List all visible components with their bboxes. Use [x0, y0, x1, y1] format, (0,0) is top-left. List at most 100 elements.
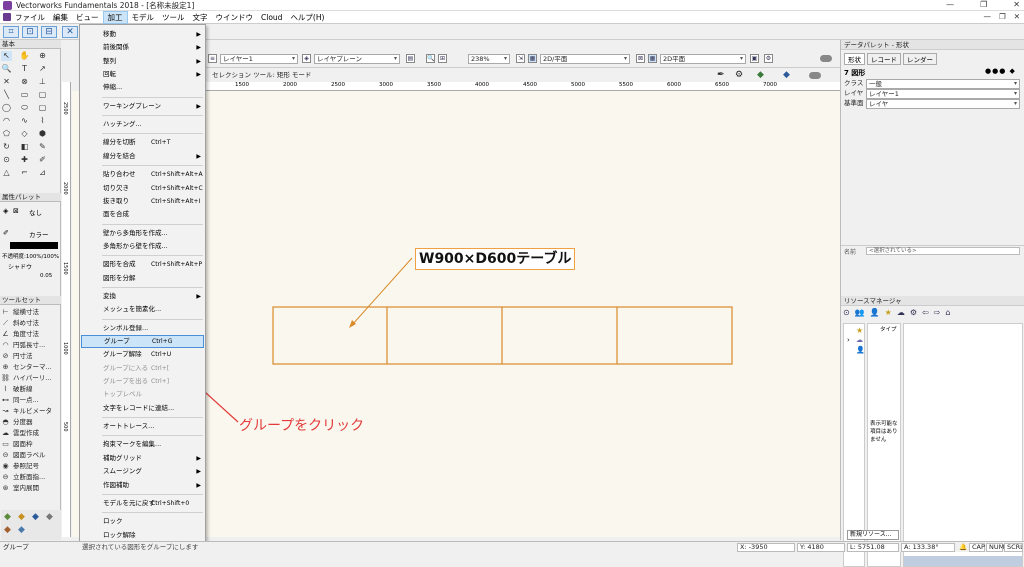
plane-row: 基準面 レイヤ	[844, 99, 1022, 109]
submenu-arrow-icon: ▶	[196, 102, 201, 110]
alert-bell-icon[interactable]: 🔔	[959, 542, 967, 552]
menu-item-16[interactable]: 面を合成	[81, 208, 204, 221]
menu-item-label: 線分を切断	[103, 138, 136, 147]
status-scrl: SCRL	[1004, 543, 1023, 552]
tree-user-icon[interactable]: 👤	[856, 346, 865, 354]
menu-item-40[interactable]: 作図補助 ▶	[81, 479, 204, 492]
preview-bar	[904, 556, 1022, 566]
layer-label: レイヤ	[844, 89, 864, 97]
menu-item-21[interactable]: 図形を合成 Ctrl+Shift+Alt+P	[81, 258, 204, 271]
menu-item-shortcut: Ctrl+Shift+Alt+P	[151, 261, 203, 269]
menu-item-4[interactable]: 伸縮...	[81, 81, 204, 94]
status-tool-name: グループ	[3, 543, 29, 551]
menu-item-label: 貼り合わせ	[103, 170, 136, 179]
menu-item-15[interactable]: 抜き取り Ctrl+Shift+Alt+I	[81, 195, 204, 208]
menu-item-13[interactable]: 貼り合わせ Ctrl+Shift+Alt+A	[81, 168, 204, 181]
tree-cloud-icon[interactable]: ☁	[856, 336, 863, 344]
home-folder-icon[interactable]: ⌂	[945, 308, 950, 320]
menu-separator	[102, 165, 203, 167]
cloud-folder-icon[interactable]: ☁	[897, 308, 905, 320]
menu-item-label: 補助グリッド	[103, 453, 142, 462]
layer-select-prop[interactable]: レイヤー1	[866, 89, 1020, 99]
menu-item-24[interactable]: 変換 ▶	[81, 290, 204, 303]
menu-item-30: グループに入る Ctrl+[	[81, 362, 204, 375]
new-resource-button[interactable]: 新規リソース...	[847, 530, 899, 540]
menu-item-label: 移動	[103, 30, 116, 38]
menu-item-label: メッシュを簡素化...	[103, 305, 162, 314]
table-drawing	[272, 306, 733, 365]
menu-item-label: 図形を分解	[103, 273, 136, 282]
menu-item-11[interactable]: 線分を結合 ▶	[81, 150, 204, 163]
class-select[interactable]: 一般	[866, 79, 1020, 89]
menu-item-shortcut: Ctrl+Shift+0	[151, 499, 190, 507]
menu-item-shortcut: Ctrl+G	[152, 338, 173, 345]
home-icon[interactable]: ⊙	[843, 308, 850, 320]
menu-item-shortcut: Ctrl+[	[151, 364, 170, 372]
more-options-icon[interactable]: ●●● ◆	[985, 67, 1016, 75]
menu-separator	[102, 435, 203, 437]
tab-record[interactable]: レコード	[867, 53, 901, 65]
menu-item-1[interactable]: 前後関係 ▶	[81, 41, 204, 54]
forward-arrow-icon[interactable]: ⇨	[934, 308, 941, 320]
menu-item-35[interactable]: オートトレース...	[81, 420, 204, 433]
menu-item-label: 作図補助	[103, 480, 129, 489]
menu-separator	[102, 255, 203, 257]
menu-item-shortcut: Ctrl+Shift+Alt+C	[151, 184, 203, 192]
resource-settings-icon[interactable]: ⚙	[910, 308, 917, 320]
data-palette-tabs: 形状 レコード レンダー	[844, 53, 937, 65]
name-input[interactable]: <選択されている>	[866, 247, 1020, 255]
menu-item-33[interactable]: 文字をレコードに連結...	[81, 402, 204, 415]
menu-item-8[interactable]: ハッチング...	[81, 118, 204, 131]
status-angle: A: 133.38°	[901, 543, 955, 552]
menu-item-42[interactable]: モデルを元に戻す Ctrl+Shift+0	[81, 497, 204, 510]
status-length: L: 5751.08	[847, 543, 899, 552]
tab-render[interactable]: レンダー	[903, 53, 937, 65]
menu-item-label: 壁から多角形を作成...	[103, 228, 168, 237]
menu-item-0[interactable]: 移動 ▶	[81, 28, 204, 41]
click-instruction: グループをクリック	[239, 418, 365, 434]
menu-item-22[interactable]: 図形を分解	[81, 272, 204, 285]
menu-item-31: グループを出る Ctrl+]	[81, 375, 204, 388]
menu-item-18[interactable]: 壁から多角形を作成...	[81, 227, 204, 240]
menu-item-38[interactable]: 補助グリッド ▶	[81, 452, 204, 465]
menu-item-29[interactable]: グループ解除 Ctrl+U	[81, 348, 204, 361]
menu-item-label: シンボル登録...	[103, 323, 149, 332]
menu-item-2[interactable]: 整列 ▶	[81, 55, 204, 68]
menu-item-19[interactable]: 多角形から壁を作成...	[81, 240, 204, 253]
status-num: NUM	[986, 543, 1004, 552]
user-icon[interactable]: 👤	[870, 308, 880, 320]
menu-separator	[102, 286, 203, 288]
plane-select[interactable]: レイヤ	[866, 99, 1020, 109]
status-hint: 選択されている図形をグループにします	[82, 543, 199, 551]
name-label: 名前	[844, 249, 857, 256]
menu-item-39[interactable]: スムージング ▶	[81, 465, 204, 478]
menu-item-14[interactable]: 切り欠き Ctrl+Shift+Alt+C	[81, 182, 204, 195]
menu-separator	[102, 493, 203, 495]
tab-shape[interactable]: 形状	[844, 53, 865, 65]
back-arrow-icon[interactable]: ⇦	[922, 308, 929, 320]
menu-item-3[interactable]: 回転 ▶	[81, 68, 204, 81]
menu-item-28[interactable]: グループ Ctrl+G	[81, 335, 204, 348]
submenu-arrow-icon: ▶	[196, 31, 201, 38]
menu-item-label: 多角形から壁を作成...	[103, 241, 168, 250]
menu-item-6[interactable]: ワーキングプレーン ▶	[81, 100, 204, 113]
menu-separator	[102, 115, 203, 117]
menu-item-shortcut: Ctrl+]	[151, 378, 170, 386]
name-row: 名前 <選択されている>	[841, 245, 1024, 256]
menu-item-45[interactable]: ロック解除	[81, 529, 204, 542]
menu-item-27[interactable]: シンボル登録...	[81, 322, 204, 335]
users-icon[interactable]: 👥	[855, 308, 865, 320]
resource-toolbar: ⊙ 👥 👤 ★ ☁ ⚙ ⇦ ⇨ ⌂	[843, 308, 1023, 320]
tree-expand-icon[interactable]: ›	[847, 336, 850, 344]
menu-item-37[interactable]: 拘束マークを編集...	[81, 438, 204, 451]
menu-item-10[interactable]: 線分を切断 Ctrl+T	[81, 136, 204, 149]
menu-item-label: グループ	[104, 337, 130, 345]
data-palette-header: データパレット - 形状	[841, 40, 1024, 50]
tree-star-icon[interactable]: ★	[856, 326, 863, 335]
submenu-arrow-icon: ▶	[196, 71, 201, 79]
submenu-arrow-icon: ▶	[196, 292, 201, 300]
menu-item-44[interactable]: ロック	[81, 515, 204, 528]
menu-item-25[interactable]: メッシュを簡素化...	[81, 303, 204, 316]
favorite-star-icon[interactable]: ★	[885, 308, 892, 320]
menu-item-label: グループを出る	[103, 377, 149, 386]
